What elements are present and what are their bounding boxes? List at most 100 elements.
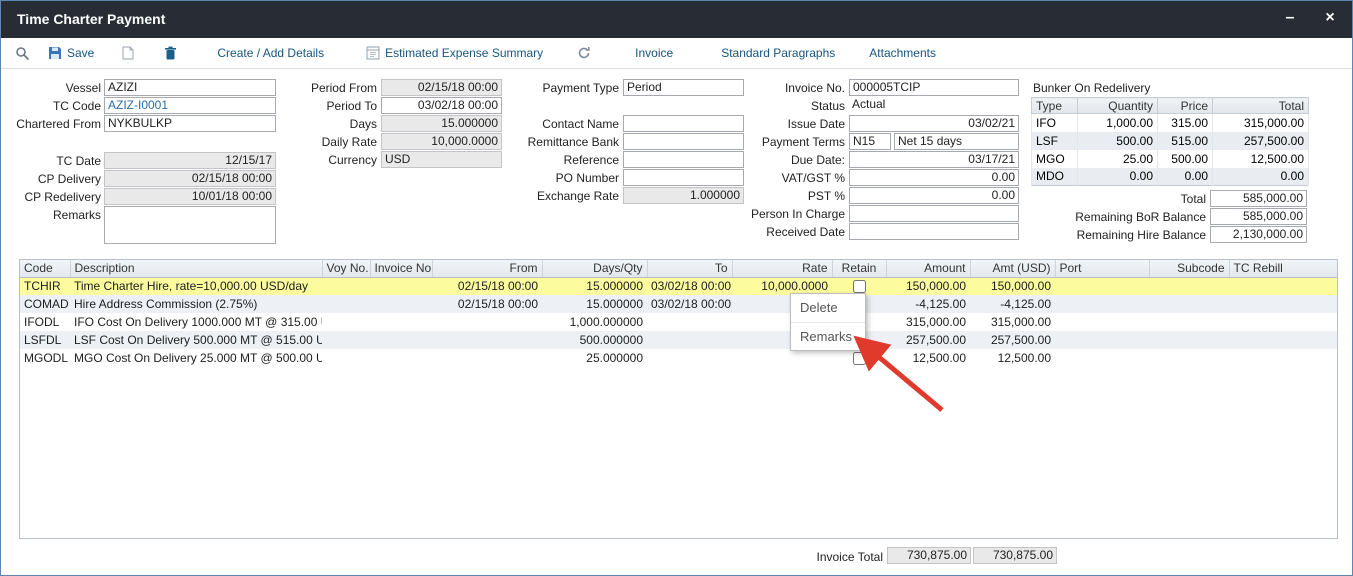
- chartered-from-label: Chartered From: [6, 116, 101, 133]
- cell-description: LSF Cost On Delivery 500.000 MT @ 515.00…: [70, 331, 322, 349]
- bunker-total-label: Total: [1096, 191, 1206, 208]
- issue-date-field[interactable]: 03/02/21: [849, 115, 1019, 132]
- table-row-ifodl[interactable]: IFODL IFO Cost On Delivery 1000.000 MT @…: [20, 313, 1337, 331]
- invoice-button[interactable]: Invoice: [635, 46, 673, 60]
- daily-rate-label: Daily Rate: [289, 134, 377, 151]
- cell-rate: [732, 349, 832, 367]
- bunker-row-mgo[interactable]: MGO 25.00 500.00 12,500.00: [1032, 150, 1309, 168]
- titlebar: Time Charter Payment – ×: [1, 1, 1352, 38]
- cell-description: IFO Cost On Delivery 1000.000 MT @ 315.0…: [70, 313, 322, 331]
- person-in-charge-label: Person In Charge: [737, 206, 845, 223]
- cell-code: TCHIR: [20, 277, 70, 295]
- cell-subcode: [1149, 277, 1229, 295]
- remaining-hire-balance-label: Remaining Hire Balance: [1001, 227, 1206, 244]
- col-header-amt-usd[interactable]: Amt (USD): [970, 260, 1055, 277]
- tc-date-label: TC Date: [6, 153, 101, 170]
- remaining-bor-balance-field: 585,000.00: [1210, 208, 1307, 225]
- close-button[interactable]: ×: [1320, 9, 1340, 27]
- due-date-field[interactable]: 03/17/21: [849, 151, 1019, 168]
- context-menu-item-remarks[interactable]: Remarks: [791, 322, 865, 350]
- received-date-field[interactable]: [849, 223, 1019, 240]
- cell-to: [647, 331, 732, 349]
- bunker-price: 315.00: [1158, 114, 1213, 132]
- exchange-rate-label: Exchange Rate: [519, 188, 619, 205]
- bunker-row-lsf[interactable]: LSF 500.00 515.00 257,500.00: [1032, 132, 1309, 150]
- col-header-days-qty[interactable]: Days/Qty: [542, 260, 647, 277]
- po-number-field[interactable]: [623, 169, 744, 186]
- table-row-lsfdl[interactable]: LSFDL LSF Cost On Delivery 500.000 MT @ …: [20, 331, 1337, 349]
- cell-voy-no: [322, 349, 370, 367]
- col-header-description[interactable]: Description: [70, 260, 322, 277]
- minimize-button[interactable]: –: [1280, 9, 1300, 27]
- search-icon[interactable]: [15, 46, 30, 61]
- col-header-amount[interactable]: Amount: [886, 260, 970, 277]
- table-row-tchir[interactable]: TCHIR Time Charter Hire, rate=10,000.00 …: [20, 277, 1337, 295]
- cp-redelivery-label: CP Redelivery: [6, 189, 101, 206]
- table-row-mgodl[interactable]: MGODL MGO Cost On Delivery 25.000 MT @ 5…: [20, 349, 1337, 367]
- bunker-total: 315,000.00: [1213, 114, 1309, 132]
- cell-from: [432, 331, 542, 349]
- col-header-subcode[interactable]: Subcode: [1149, 260, 1229, 277]
- chartered-from-field[interactable]: NYKBULKP: [104, 115, 276, 132]
- cell-days-qty: 15.000000: [542, 295, 647, 313]
- invoice-no-field[interactable]: 000005TCIP: [849, 79, 1019, 96]
- payment-type-label: Payment Type: [519, 80, 619, 97]
- reference-field[interactable]: [623, 151, 744, 168]
- col-header-code[interactable]: Code: [20, 260, 70, 277]
- cell-port: [1055, 277, 1149, 295]
- retain-checkbox[interactable]: [853, 352, 866, 365]
- person-in-charge-field[interactable]: [849, 205, 1019, 222]
- exchange-rate-field: 1.000000: [623, 187, 744, 204]
- vat-gst-field[interactable]: 0.00: [849, 169, 1019, 186]
- bunker-row-mdo[interactable]: MDO 0.00 0.00 0.00: [1032, 168, 1309, 186]
- contact-name-field[interactable]: [623, 115, 744, 132]
- bunker-type: IFO: [1032, 114, 1078, 132]
- context-menu-item-delete[interactable]: Delete: [791, 294, 865, 322]
- period-from-label: Period From: [289, 80, 377, 97]
- period-to-field[interactable]: 03/02/18 00:00: [381, 97, 502, 114]
- cell-subcode: [1149, 295, 1229, 313]
- bunker-quantity: 1,000.00: [1078, 114, 1158, 132]
- tc-code-field[interactable]: AZIZ-I0001: [104, 97, 276, 114]
- invoice-lines-grid: Code Description Voy No. Invoice No. Fro…: [19, 259, 1338, 539]
- col-header-invoice-no[interactable]: Invoice No.: [370, 260, 432, 277]
- attachments-button[interactable]: Attachments: [869, 46, 936, 60]
- col-header-rate[interactable]: Rate: [732, 260, 832, 277]
- vat-gst-label: VAT/GST %: [737, 170, 845, 187]
- col-header-port[interactable]: Port: [1055, 260, 1149, 277]
- col-header-tc-rebill[interactable]: TC Rebill: [1229, 260, 1337, 277]
- save-button[interactable]: Save: [48, 46, 94, 60]
- cell-port: [1055, 295, 1149, 313]
- new-document-icon[interactable]: [122, 46, 134, 60]
- cell-description: MGO Cost On Delivery 25.000 MT @ 500.00 …: [70, 349, 322, 367]
- pst-field[interactable]: 0.00: [849, 187, 1019, 204]
- cell-amt-usd: 12,500.00: [970, 349, 1055, 367]
- payment-terms-code-field[interactable]: N15: [849, 133, 891, 150]
- estimated-expense-summary-button[interactable]: Estimated Expense Summary: [366, 46, 543, 60]
- create-add-details-button[interactable]: Create / Add Details: [217, 46, 324, 60]
- col-header-from[interactable]: From: [432, 260, 542, 277]
- cell-description: Time Charter Hire, rate=10,000.00 USD/da…: [70, 277, 322, 295]
- cell-from: [432, 313, 542, 331]
- delete-trash-icon[interactable]: [164, 46, 177, 60]
- save-icon: [48, 46, 62, 60]
- cell-amt-usd: 150,000.00: [970, 277, 1055, 295]
- refresh-icon[interactable]: [577, 46, 591, 60]
- vessel-field[interactable]: AZIZI: [104, 79, 276, 96]
- remittance-bank-field[interactable]: [623, 133, 744, 150]
- payment-terms-desc-field[interactable]: Net 15 days: [894, 133, 1019, 150]
- grid-header-row: Code Description Voy No. Invoice No. Fro…: [20, 260, 1337, 277]
- col-header-retain[interactable]: Retain: [832, 260, 886, 277]
- remarks-field[interactable]: [104, 206, 276, 244]
- save-label: Save: [67, 46, 94, 60]
- retain-checkbox[interactable]: [853, 280, 866, 293]
- table-row-comad[interactable]: COMAD Hire Address Commission (2.75%) 02…: [20, 295, 1337, 313]
- col-header-voy-no[interactable]: Voy No.: [322, 260, 370, 277]
- cp-delivery-field: 02/15/18 00:00: [104, 170, 276, 187]
- contact-name-label: Contact Name: [519, 116, 619, 133]
- cell-amt-usd: 257,500.00: [970, 331, 1055, 349]
- standard-paragraphs-button[interactable]: Standard Paragraphs: [721, 46, 835, 60]
- payment-type-field[interactable]: Period: [623, 79, 744, 96]
- bunker-row-ifo[interactable]: IFO 1,000.00 315.00 315,000.00: [1032, 114, 1309, 132]
- col-header-to[interactable]: To: [647, 260, 732, 277]
